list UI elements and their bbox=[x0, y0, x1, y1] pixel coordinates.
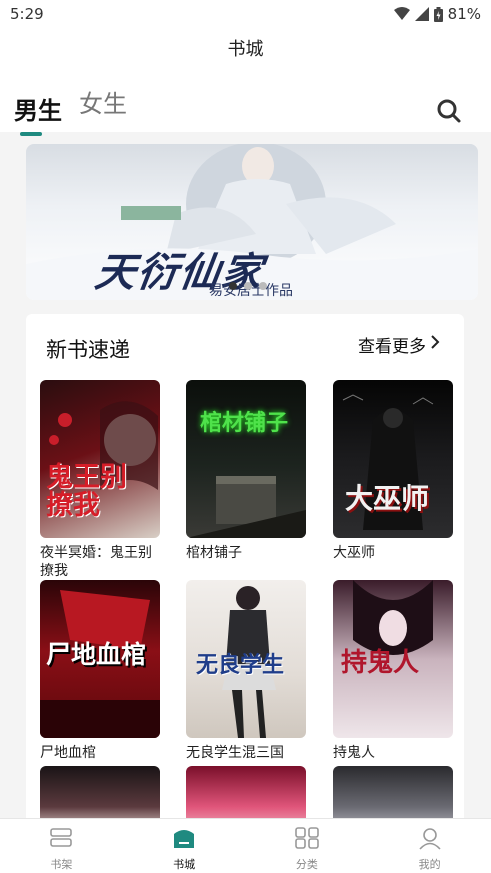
book-cover: 大巫师 bbox=[333, 380, 453, 538]
nav-label: 书架 bbox=[50, 858, 73, 871]
book-cover: 尸地血棺 bbox=[40, 580, 160, 738]
cover-text: 棺材铺子 bbox=[200, 410, 289, 436]
nav-item-bookstore[interactable]: 书城 bbox=[123, 819, 246, 873]
cover-text: 鬼王别撩我 bbox=[46, 462, 127, 522]
cover-text: 无良学生 bbox=[196, 652, 285, 678]
book-cover: 鬼王别撩我 bbox=[40, 380, 160, 538]
banner-dot[interactable] bbox=[244, 282, 252, 290]
book-card[interactable]: 尸地血棺 尸地血棺 bbox=[40, 580, 160, 762]
book-card[interactable]: 大巫师 大巫师 bbox=[333, 380, 453, 562]
bottom-nav: 书架 书城 分类 我的 bbox=[0, 818, 491, 873]
book-title: 持鬼人 bbox=[333, 745, 375, 761]
nav-label: 书城 bbox=[173, 858, 196, 871]
book-card[interactable]: 无良学生 无良学生混三国 bbox=[186, 580, 306, 762]
banner-pagination bbox=[229, 282, 267, 290]
status-time: 5:29 bbox=[10, 5, 44, 23]
section-title: 新书速递 bbox=[46, 338, 130, 362]
wifi-icon bbox=[393, 7, 410, 21]
nav-label: 我的 bbox=[418, 858, 441, 871]
view-more-label: 查看更多 bbox=[358, 337, 426, 357]
cover-text: 尸地血棺 bbox=[46, 640, 147, 669]
tab-female[interactable]: 女生 bbox=[79, 84, 127, 119]
book-title: 尸地血棺 bbox=[40, 745, 96, 761]
book-cover: 无良学生 bbox=[186, 580, 306, 738]
gender-tabs: 男生 女生 bbox=[0, 78, 491, 136]
book-cover: 棺材铺子 bbox=[186, 380, 306, 538]
view-more-link[interactable]: 查看更多 bbox=[358, 332, 440, 357]
nav-item-bookshelf[interactable]: 书架 bbox=[0, 819, 123, 873]
book-card[interactable]: 棺材铺子 棺材铺子 bbox=[186, 380, 306, 562]
book-title: 棺材铺子 bbox=[186, 545, 242, 561]
tab-male[interactable]: 男生 bbox=[14, 91, 62, 126]
book-title: 大巫师 bbox=[333, 545, 375, 561]
nav-item-category[interactable]: 分类 bbox=[246, 819, 369, 873]
new-books-section: 新书速递 查看更多 鬼王别撩我 夜半冥婚：鬼王别撩我 棺材铺子 棺材铺子 大巫师… bbox=[26, 314, 464, 834]
banner-dot[interactable] bbox=[259, 282, 267, 290]
signal-icon bbox=[414, 7, 429, 21]
book-title: 夜半冥婚：鬼王别撩我 bbox=[40, 545, 152, 579]
page-title: 书城 bbox=[227, 39, 264, 60]
book-cover: 持鬼人 bbox=[333, 580, 453, 738]
cover-text: 大巫师 bbox=[345, 482, 430, 515]
nav-item-profile[interactable]: 我的 bbox=[368, 819, 491, 873]
category-icon bbox=[294, 826, 320, 856]
search-icon[interactable] bbox=[436, 98, 462, 124]
battery-level: 81% bbox=[447, 5, 481, 23]
book-card[interactable]: 持鬼人 持鬼人 bbox=[333, 580, 453, 762]
bookshelf-icon bbox=[48, 826, 74, 856]
battery-icon bbox=[433, 6, 443, 22]
featured-banner[interactable]: 天衍仙家 易安居士作品 bbox=[26, 144, 478, 300]
cover-text: 持鬼人 bbox=[341, 648, 420, 678]
profile-icon bbox=[417, 826, 443, 856]
active-tab-indicator bbox=[20, 132, 42, 136]
nav-label: 分类 bbox=[295, 858, 318, 871]
chevron-right-icon bbox=[430, 334, 440, 355]
status-bar: 5:29 81% bbox=[0, 0, 491, 28]
book-card[interactable]: 鬼王别撩我 夜半冥婚：鬼王别撩我 bbox=[40, 380, 160, 580]
book-title: 无良学生混三国 bbox=[186, 745, 284, 761]
banner-dot[interactable] bbox=[229, 282, 237, 290]
page-title-bar: 书城 bbox=[0, 28, 491, 78]
bookstore-icon bbox=[171, 826, 197, 856]
